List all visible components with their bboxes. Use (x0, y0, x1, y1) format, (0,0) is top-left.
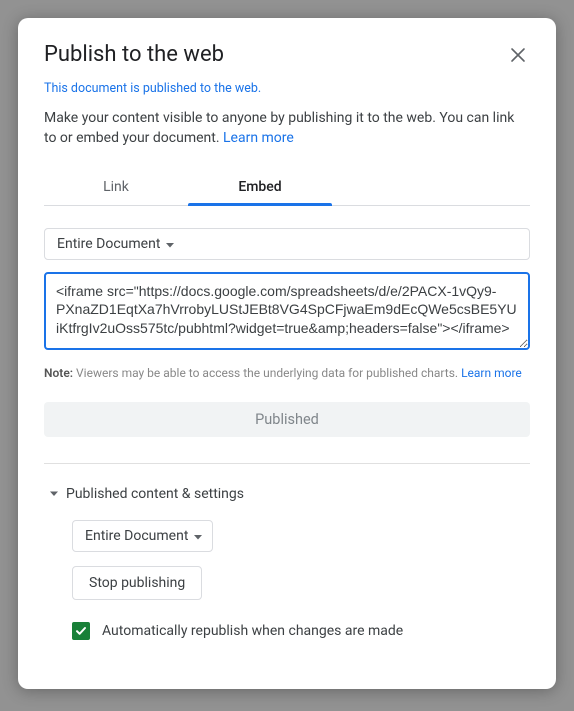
note-text: Viewers may be able to access the underl… (73, 366, 461, 380)
caret-down-icon (194, 528, 202, 544)
settings-toggle[interactable]: Published content & settings (44, 486, 530, 502)
stop-publishing-button[interactable]: Stop publishing (72, 566, 202, 600)
auto-republish-checkbox[interactable] (72, 622, 90, 640)
note-line: Note: Viewers may be able to access the … (44, 366, 530, 380)
note-label: Note: (44, 366, 73, 380)
publish-status: This document is published to the web. (44, 81, 530, 96)
close-icon (510, 47, 526, 63)
dialog-title: Publish to the web (44, 42, 224, 67)
settings-scope-label: Entire Document (85, 528, 188, 544)
close-button[interactable] (506, 43, 530, 67)
settings-scope-dropdown[interactable]: Entire Document (72, 520, 213, 552)
settings-body: Entire Document Stop publishing Automati… (44, 520, 530, 640)
embed-code-textarea[interactable] (44, 272, 530, 350)
auto-republish-label: Automatically republish when changes are… (102, 623, 403, 639)
caret-down-icon (166, 236, 174, 252)
divider (44, 463, 530, 464)
learn-more-link[interactable]: Learn more (223, 130, 294, 146)
auto-republish-row[interactable]: Automatically republish when changes are… (72, 622, 530, 640)
settings-header-label: Published content & settings (66, 486, 244, 502)
publish-dialog: Publish to the web This document is publ… (18, 18, 556, 689)
published-button[interactable]: Published (44, 402, 530, 437)
tab-bar: Link Embed (44, 169, 530, 206)
embed-scope-label: Entire Document (57, 236, 160, 252)
tab-link[interactable]: Link (44, 169, 188, 205)
embed-scope-dropdown[interactable]: Entire Document (44, 228, 530, 260)
tab-embed[interactable]: Embed (188, 169, 332, 205)
dialog-header: Publish to the web (44, 42, 530, 67)
dialog-description: Make your content visible to anyone by p… (44, 108, 530, 149)
collapse-icon (50, 486, 58, 502)
note-learn-more-link[interactable]: Learn more (461, 366, 522, 380)
checkmark-icon (75, 625, 87, 637)
